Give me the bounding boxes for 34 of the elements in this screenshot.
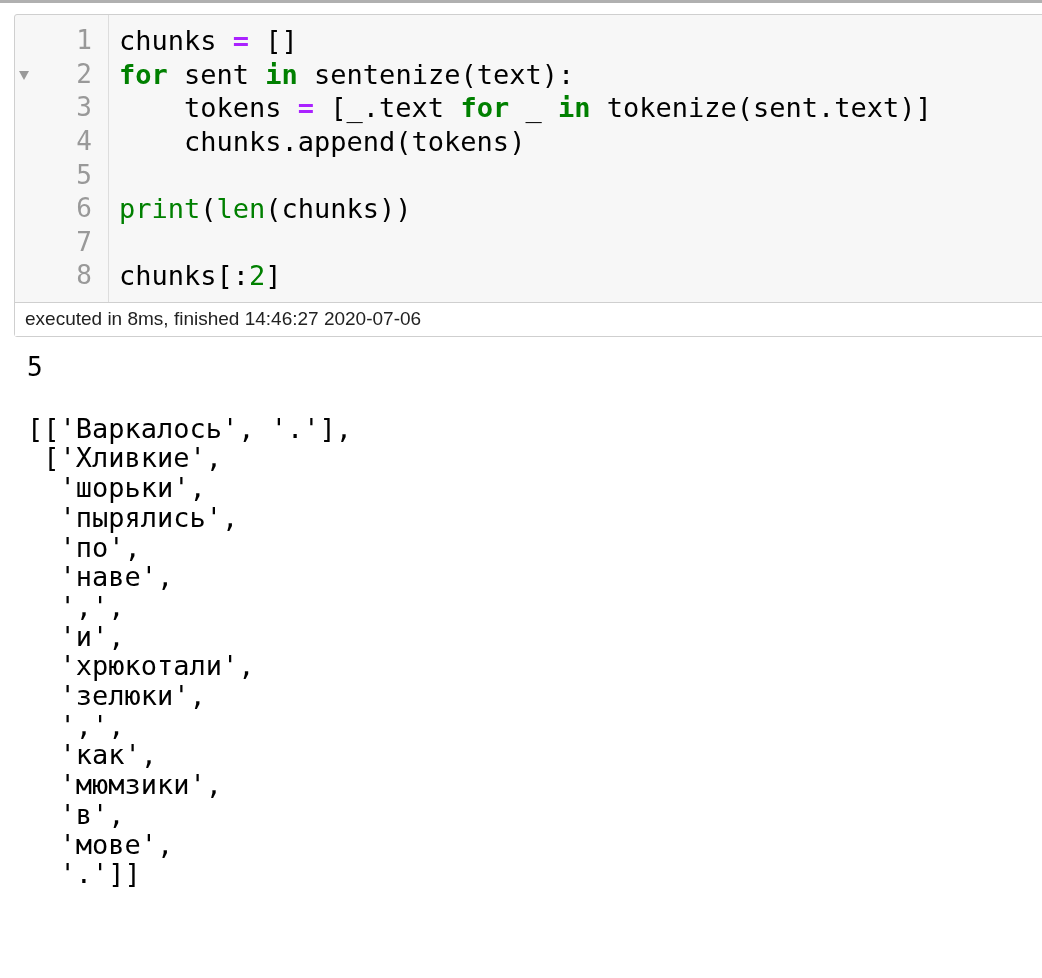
- output-line: ['Хливкие',: [43, 443, 223, 474]
- output-line: ',',: [58, 710, 125, 741]
- fold-icon[interactable]: [19, 70, 29, 80]
- output-line: 'как',: [58, 740, 158, 771]
- code-line: chunks.append(tokens): [183, 125, 526, 159]
- output-line: 'по',: [58, 532, 141, 563]
- line-number: 4: [76, 125, 93, 159]
- output-line: '.']]: [58, 859, 141, 889]
- output-line: 'мюмзики',: [58, 770, 223, 800]
- line-number: 2: [76, 57, 93, 91]
- code-line: for sent in sentenize(text):: [119, 57, 575, 91]
- line-number: 6: [76, 192, 93, 226]
- output-line: 'зелюки',: [58, 681, 206, 711]
- output-line: 'мове',: [58, 829, 174, 860]
- output-line: 'пырялись',: [58, 502, 239, 533]
- output-line: 'хрюкотали',: [58, 651, 255, 682]
- output-line: 'шорьки',: [58, 473, 206, 503]
- code-cell[interactable]: [14, 14, 1042, 337]
- line-number: 8: [76, 259, 93, 293]
- output-line: 'в',: [58, 799, 125, 830]
- line-number: 3: [76, 91, 93, 125]
- line-number: 1: [76, 24, 93, 58]
- code-line: chunks = []: [119, 24, 298, 58]
- output-line: 'и',: [58, 621, 125, 652]
- print-output: 5: [27, 350, 43, 384]
- line-number: 7: [76, 225, 93, 259]
- output-line: ',',: [58, 591, 125, 622]
- execution-info: executed in 8ms, finished 14:46:27 2020-07-06: [25, 307, 422, 331]
- output-line: [['Варкалось', '.'],: [27, 413, 353, 444]
- code-line: print(len(chunks)): [119, 192, 412, 226]
- output-line: 'наве',: [58, 562, 174, 592]
- code-line: tokens = [_.text for _ in tokenize(sent.text)]: [183, 91, 932, 125]
- line-number: 5: [76, 158, 93, 192]
- code-line: chunks[:2]: [119, 259, 282, 293]
